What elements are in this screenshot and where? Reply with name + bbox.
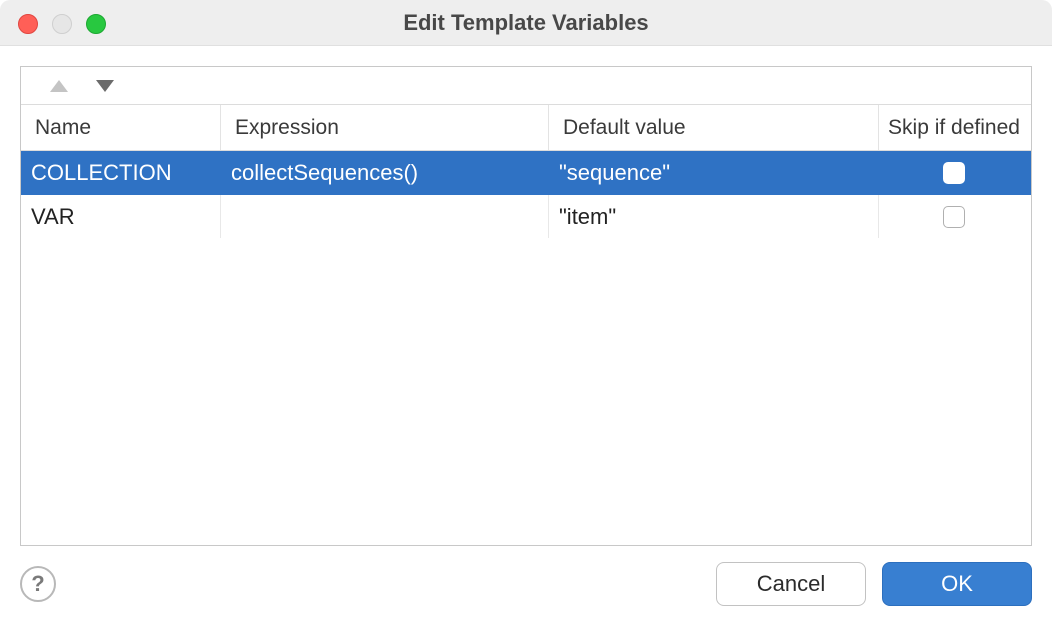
move-down-icon[interactable] xyxy=(95,79,115,93)
reorder-toolbar xyxy=(21,67,1031,105)
table-body: COLLECTIONcollectSequences()"sequence"VA… xyxy=(21,151,1031,545)
minimize-window-button[interactable] xyxy=(52,14,72,34)
table-header-row: Name Expression Default value Skip if de… xyxy=(21,105,1031,151)
cell-default[interactable]: "item" xyxy=(549,195,879,238)
table-row[interactable]: VAR "item" xyxy=(21,195,1031,239)
skip-checkbox[interactable] xyxy=(943,162,965,184)
cell-expression[interactable]: collectSequences() xyxy=(221,151,549,194)
cell-default[interactable]: "sequence" xyxy=(549,151,879,194)
help-button[interactable]: ? xyxy=(20,566,56,602)
skip-checkbox[interactable] xyxy=(943,206,965,228)
col-header-skip[interactable]: Skip if defined xyxy=(879,105,1029,150)
dialog-footer: ? Cancel OK xyxy=(0,546,1052,622)
window-title: Edit Template Variables xyxy=(403,10,648,36)
cell-name[interactable]: COLLECTION xyxy=(21,151,221,194)
col-header-expression[interactable]: Expression xyxy=(221,105,549,150)
ok-button-label: OK xyxy=(941,571,973,597)
col-header-default[interactable]: Default value xyxy=(549,105,879,150)
ok-button[interactable]: OK xyxy=(882,562,1032,606)
table-row[interactable]: COLLECTIONcollectSequences()"sequence" xyxy=(21,151,1031,195)
cancel-button[interactable]: Cancel xyxy=(716,562,866,606)
question-icon: ? xyxy=(31,571,44,597)
cancel-button-label: Cancel xyxy=(757,571,825,597)
col-header-name[interactable]: Name xyxy=(21,105,221,150)
close-window-button[interactable] xyxy=(18,14,38,34)
window-controls xyxy=(18,14,106,34)
cell-skip[interactable] xyxy=(879,195,1029,238)
dialog-content: Name Expression Default value Skip if de… xyxy=(0,46,1052,546)
variables-table-panel: Name Expression Default value Skip if de… xyxy=(20,66,1032,546)
zoom-window-button[interactable] xyxy=(86,14,106,34)
cell-expression[interactable] xyxy=(221,195,549,238)
cell-name[interactable]: VAR xyxy=(21,195,221,238)
titlebar: Edit Template Variables xyxy=(0,0,1052,46)
cell-skip[interactable] xyxy=(879,151,1029,194)
move-up-icon[interactable] xyxy=(49,79,69,93)
